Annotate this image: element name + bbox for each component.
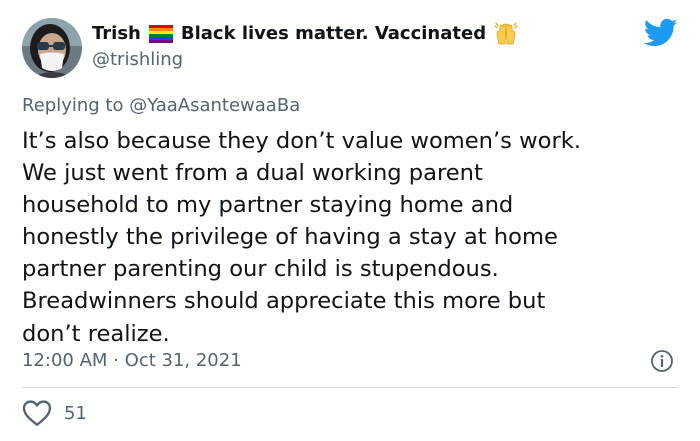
like-action[interactable]: 51 xyxy=(22,400,87,426)
heart-icon[interactable] xyxy=(22,400,52,426)
replying-to-line: Replying to @YaaAsantewaaBa xyxy=(22,94,300,118)
reply-mention-link[interactable]: @YaaAsantewaaBa xyxy=(129,95,300,116)
timestamp-separator: · xyxy=(113,350,119,371)
twitter-logo-icon[interactable] xyxy=(643,18,678,48)
author-display-name: Trish xyxy=(92,23,141,44)
author-name-row[interactable]: Trish Black lives matter. Vaccinated xyxy=(92,22,518,46)
author-bio-suffix: Black lives matter. Vaccinated xyxy=(180,23,487,44)
like-count: 51 xyxy=(64,402,87,424)
tweet-time: 12:00 AM xyxy=(22,350,108,371)
tweet-header: Trish Black lives matter. Vaccinated @tr… xyxy=(22,18,518,78)
info-icon[interactable] xyxy=(650,349,674,373)
author-block: Trish Black lives matter. Vaccinated @tr… xyxy=(92,22,518,72)
tweet-card: Trish Black lives matter. Vaccinated @tr… xyxy=(0,0,700,441)
tweet-timestamp[interactable]: 12:00 AM · Oct 31, 2021 xyxy=(22,349,242,373)
replying-to-label: Replying to xyxy=(22,95,124,116)
rainbow-flag-icon xyxy=(148,25,173,43)
avatar[interactable] xyxy=(22,18,82,78)
tweet-date: Oct 31, 2021 xyxy=(124,350,242,371)
tweet-text: It’s also because they don’t value women… xyxy=(22,128,581,347)
raised-hands-icon xyxy=(494,22,518,46)
author-handle[interactable]: @trishling xyxy=(92,48,518,72)
divider xyxy=(22,387,678,388)
